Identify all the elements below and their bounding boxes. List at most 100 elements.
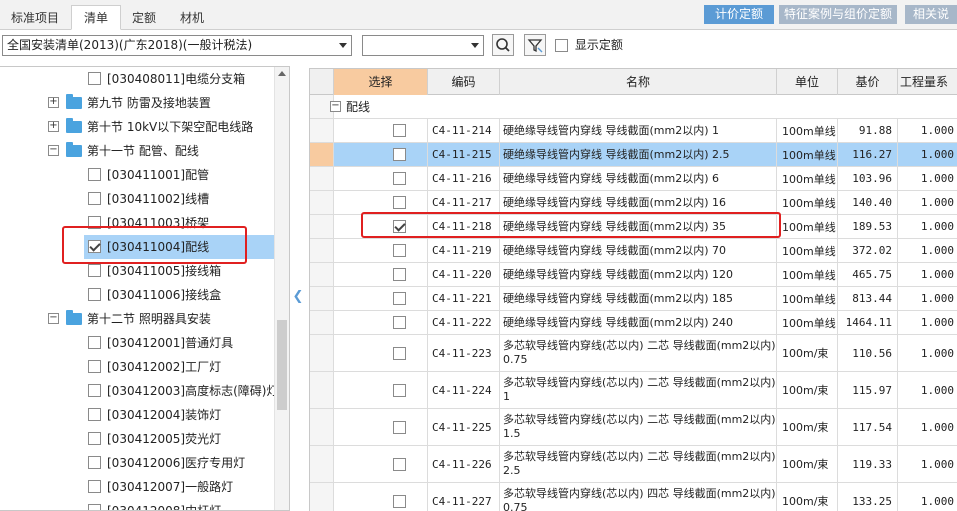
- search-input[interactable]: [362, 35, 484, 56]
- tree-item[interactable]: [030412005]荧光灯: [0, 427, 274, 451]
- row-marker: [310, 287, 334, 310]
- select-cell[interactable]: [334, 446, 428, 482]
- search-button[interactable]: [492, 34, 514, 56]
- row-checkbox[interactable]: [393, 383, 406, 397]
- show-quota-toggle[interactable]: 显示定额: [555, 36, 623, 55]
- select-cell[interactable]: [334, 335, 428, 371]
- tree-section[interactable]: − 第十一节 配管、配线: [0, 139, 274, 163]
- select-cell[interactable]: [334, 263, 428, 286]
- grid-row[interactable]: C4-11-220 硬绝缘导线管内穿线 导线截面(mm2以内) 120 100m单线…: [310, 263, 957, 287]
- feature-case-button[interactable]: 特征案例与组价定额: [779, 5, 897, 24]
- grid-row[interactable]: C4-11-215 硬绝缘导线管内穿线 导线截面(mm2以内) 2.5 100m单线…: [310, 143, 957, 167]
- tree-section[interactable]: + 第九节 防雷及接地装置: [0, 91, 274, 115]
- select-cell[interactable]: [334, 239, 428, 262]
- tree-scrollbar[interactable]: [274, 67, 289, 510]
- tree-item[interactable]: [030412007]一般路灯: [0, 475, 274, 499]
- expand-icon[interactable]: +: [48, 97, 59, 108]
- grid-row[interactable]: C4-11-223 多芯软导线管内穿线(芯以内) 二芯 导线截面(mm2以内) 0…: [310, 335, 957, 372]
- tree-item-checkbox[interactable]: [88, 504, 101, 510]
- tree-item-checkbox[interactable]: [88, 408, 101, 421]
- filter-button[interactable]: [524, 34, 546, 56]
- grid-row[interactable]: C4-11-221 硬绝缘导线管内穿线 导线截面(mm2以内) 185 100m单线…: [310, 287, 957, 311]
- row-checkbox[interactable]: [393, 124, 406, 137]
- row-checkbox[interactable]: [393, 244, 406, 257]
- header-code[interactable]: 编码: [428, 69, 500, 95]
- row-checkbox[interactable]: [393, 494, 406, 508]
- tree-item-checkbox[interactable]: [88, 72, 101, 85]
- tree-item[interactable]: [030412004]装饰灯: [0, 403, 274, 427]
- select-cell[interactable]: [334, 191, 428, 214]
- pricing-quota-button[interactable]: 计价定额: [704, 5, 774, 24]
- tree-item-checkbox[interactable]: [88, 288, 101, 301]
- tree-item-checkbox[interactable]: [88, 264, 101, 277]
- select-cell[interactable]: [334, 409, 428, 445]
- grid-row[interactable]: C4-11-224 多芯软导线管内穿线(芯以内) 二芯 导线截面(mm2以内) 1…: [310, 372, 957, 409]
- select-cell[interactable]: [334, 167, 428, 190]
- select-cell[interactable]: [334, 143, 428, 166]
- collapse-panel-icon[interactable]: ❮: [291, 289, 305, 305]
- tree-section[interactable]: + 第十节 10kV以下架空配电线路: [0, 115, 274, 139]
- tree-section[interactable]: − 第十二节 照明器具安装: [0, 307, 274, 331]
- select-cell[interactable]: [334, 372, 428, 408]
- unit-cell-text: 100m单线: [782, 124, 836, 138]
- header-select[interactable]: 选择: [334, 69, 428, 95]
- row-checkbox[interactable]: [393, 268, 406, 281]
- row-checkbox[interactable]: [393, 196, 406, 209]
- row-checkbox[interactable]: [393, 292, 406, 305]
- tree-item[interactable]: [030412006]医疗专用灯: [0, 451, 274, 475]
- tree-item-checkbox[interactable]: [88, 192, 101, 205]
- header-name[interactable]: 名称: [500, 69, 777, 95]
- tree-item-checkbox[interactable]: [88, 432, 101, 445]
- tree-item[interactable]: [030411001]配管: [0, 163, 274, 187]
- select-cell[interactable]: [334, 311, 428, 334]
- tree-item[interactable]: [030412002]工厂灯: [0, 355, 274, 379]
- row-checkbox[interactable]: [393, 172, 406, 185]
- expand-icon[interactable]: +: [48, 121, 59, 132]
- tree-item[interactable]: [030412001]普通灯具: [0, 331, 274, 355]
- row-checkbox[interactable]: [393, 346, 406, 360]
- tree-item[interactable]: [030408011]电缆分支箱: [0, 67, 274, 91]
- tab-standard-items[interactable]: 标准项目: [0, 5, 70, 30]
- tree-item-checkbox[interactable]: [88, 456, 101, 469]
- grid-row[interactable]: C4-11-216 硬绝缘导线管内穿线 导线截面(mm2以内) 6 100m单线 10…: [310, 167, 957, 191]
- tree-item-checkbox[interactable]: [88, 360, 101, 373]
- related-button[interactable]: 相关说: [905, 5, 957, 24]
- header-unit[interactable]: 单位: [777, 69, 838, 95]
- collapse-group-icon[interactable]: −: [330, 101, 341, 112]
- select-cell[interactable]: [334, 119, 428, 142]
- tab-quota[interactable]: 定额: [122, 5, 166, 30]
- scroll-up-icon[interactable]: [278, 71, 286, 76]
- tree-scrollbar-thumb[interactable]: [277, 320, 287, 410]
- tree-item-checkbox[interactable]: [88, 384, 101, 397]
- grid-row[interactable]: C4-11-222 硬绝缘导线管内穿线 导线截面(mm2以内) 240 100m单线…: [310, 311, 957, 335]
- collapse-icon[interactable]: −: [48, 145, 59, 156]
- tree-item-checkbox[interactable]: [88, 168, 101, 181]
- tree-item[interactable]: [030412008]中杆灯: [0, 499, 274, 510]
- row-marker: [310, 446, 334, 482]
- row-checkbox[interactable]: [393, 420, 406, 434]
- tree-item[interactable]: [030412003]高度标志(障碍)灯: [0, 379, 278, 403]
- header-factor[interactable]: 工程量系数: [898, 69, 957, 115]
- library-select[interactable]: 全国安装清单(2013)(广东2018)(一般计税法): [2, 35, 352, 56]
- grid-row[interactable]: C4-11-227 多芯软导线管内穿线(芯以内) 四芯 导线截面(mm2以内) 0…: [310, 483, 957, 511]
- header-price[interactable]: 基价: [838, 69, 898, 95]
- tree-item-checkbox[interactable]: [88, 480, 101, 493]
- grid-row[interactable]: C4-11-214 硬绝缘导线管内穿线 导线截面(mm2以内) 1 100m单线 91…: [310, 119, 957, 143]
- tree-item[interactable]: [030411006]接线盒: [0, 283, 274, 307]
- unit-cell: 100m/束: [777, 335, 838, 371]
- row-checkbox[interactable]: [393, 316, 406, 329]
- row-checkbox[interactable]: [393, 457, 406, 471]
- select-cell[interactable]: [334, 287, 428, 310]
- tab-materials[interactable]: 材机: [167, 5, 217, 30]
- grid-row[interactable]: C4-11-225 多芯软导线管内穿线(芯以内) 二芯 导线截面(mm2以内) 1…: [310, 409, 957, 446]
- grid-row[interactable]: C4-11-226 多芯软导线管内穿线(芯以内) 二芯 导线截面(mm2以内) 2…: [310, 446, 957, 483]
- group-row[interactable]: − 配线: [310, 95, 957, 119]
- tree-item[interactable]: [030411002]线槽: [0, 187, 274, 211]
- tab-bill[interactable]: 清单: [71, 5, 121, 30]
- row-checkbox[interactable]: [393, 148, 406, 161]
- tree-item-checkbox[interactable]: [88, 336, 101, 349]
- show-quota-checkbox[interactable]: [555, 39, 568, 52]
- collapse-icon[interactable]: −: [48, 313, 59, 324]
- select-cell[interactable]: [334, 483, 428, 511]
- grid-row[interactable]: C4-11-219 硬绝缘导线管内穿线 导线截面(mm2以内) 70 100m单线 3…: [310, 239, 957, 263]
